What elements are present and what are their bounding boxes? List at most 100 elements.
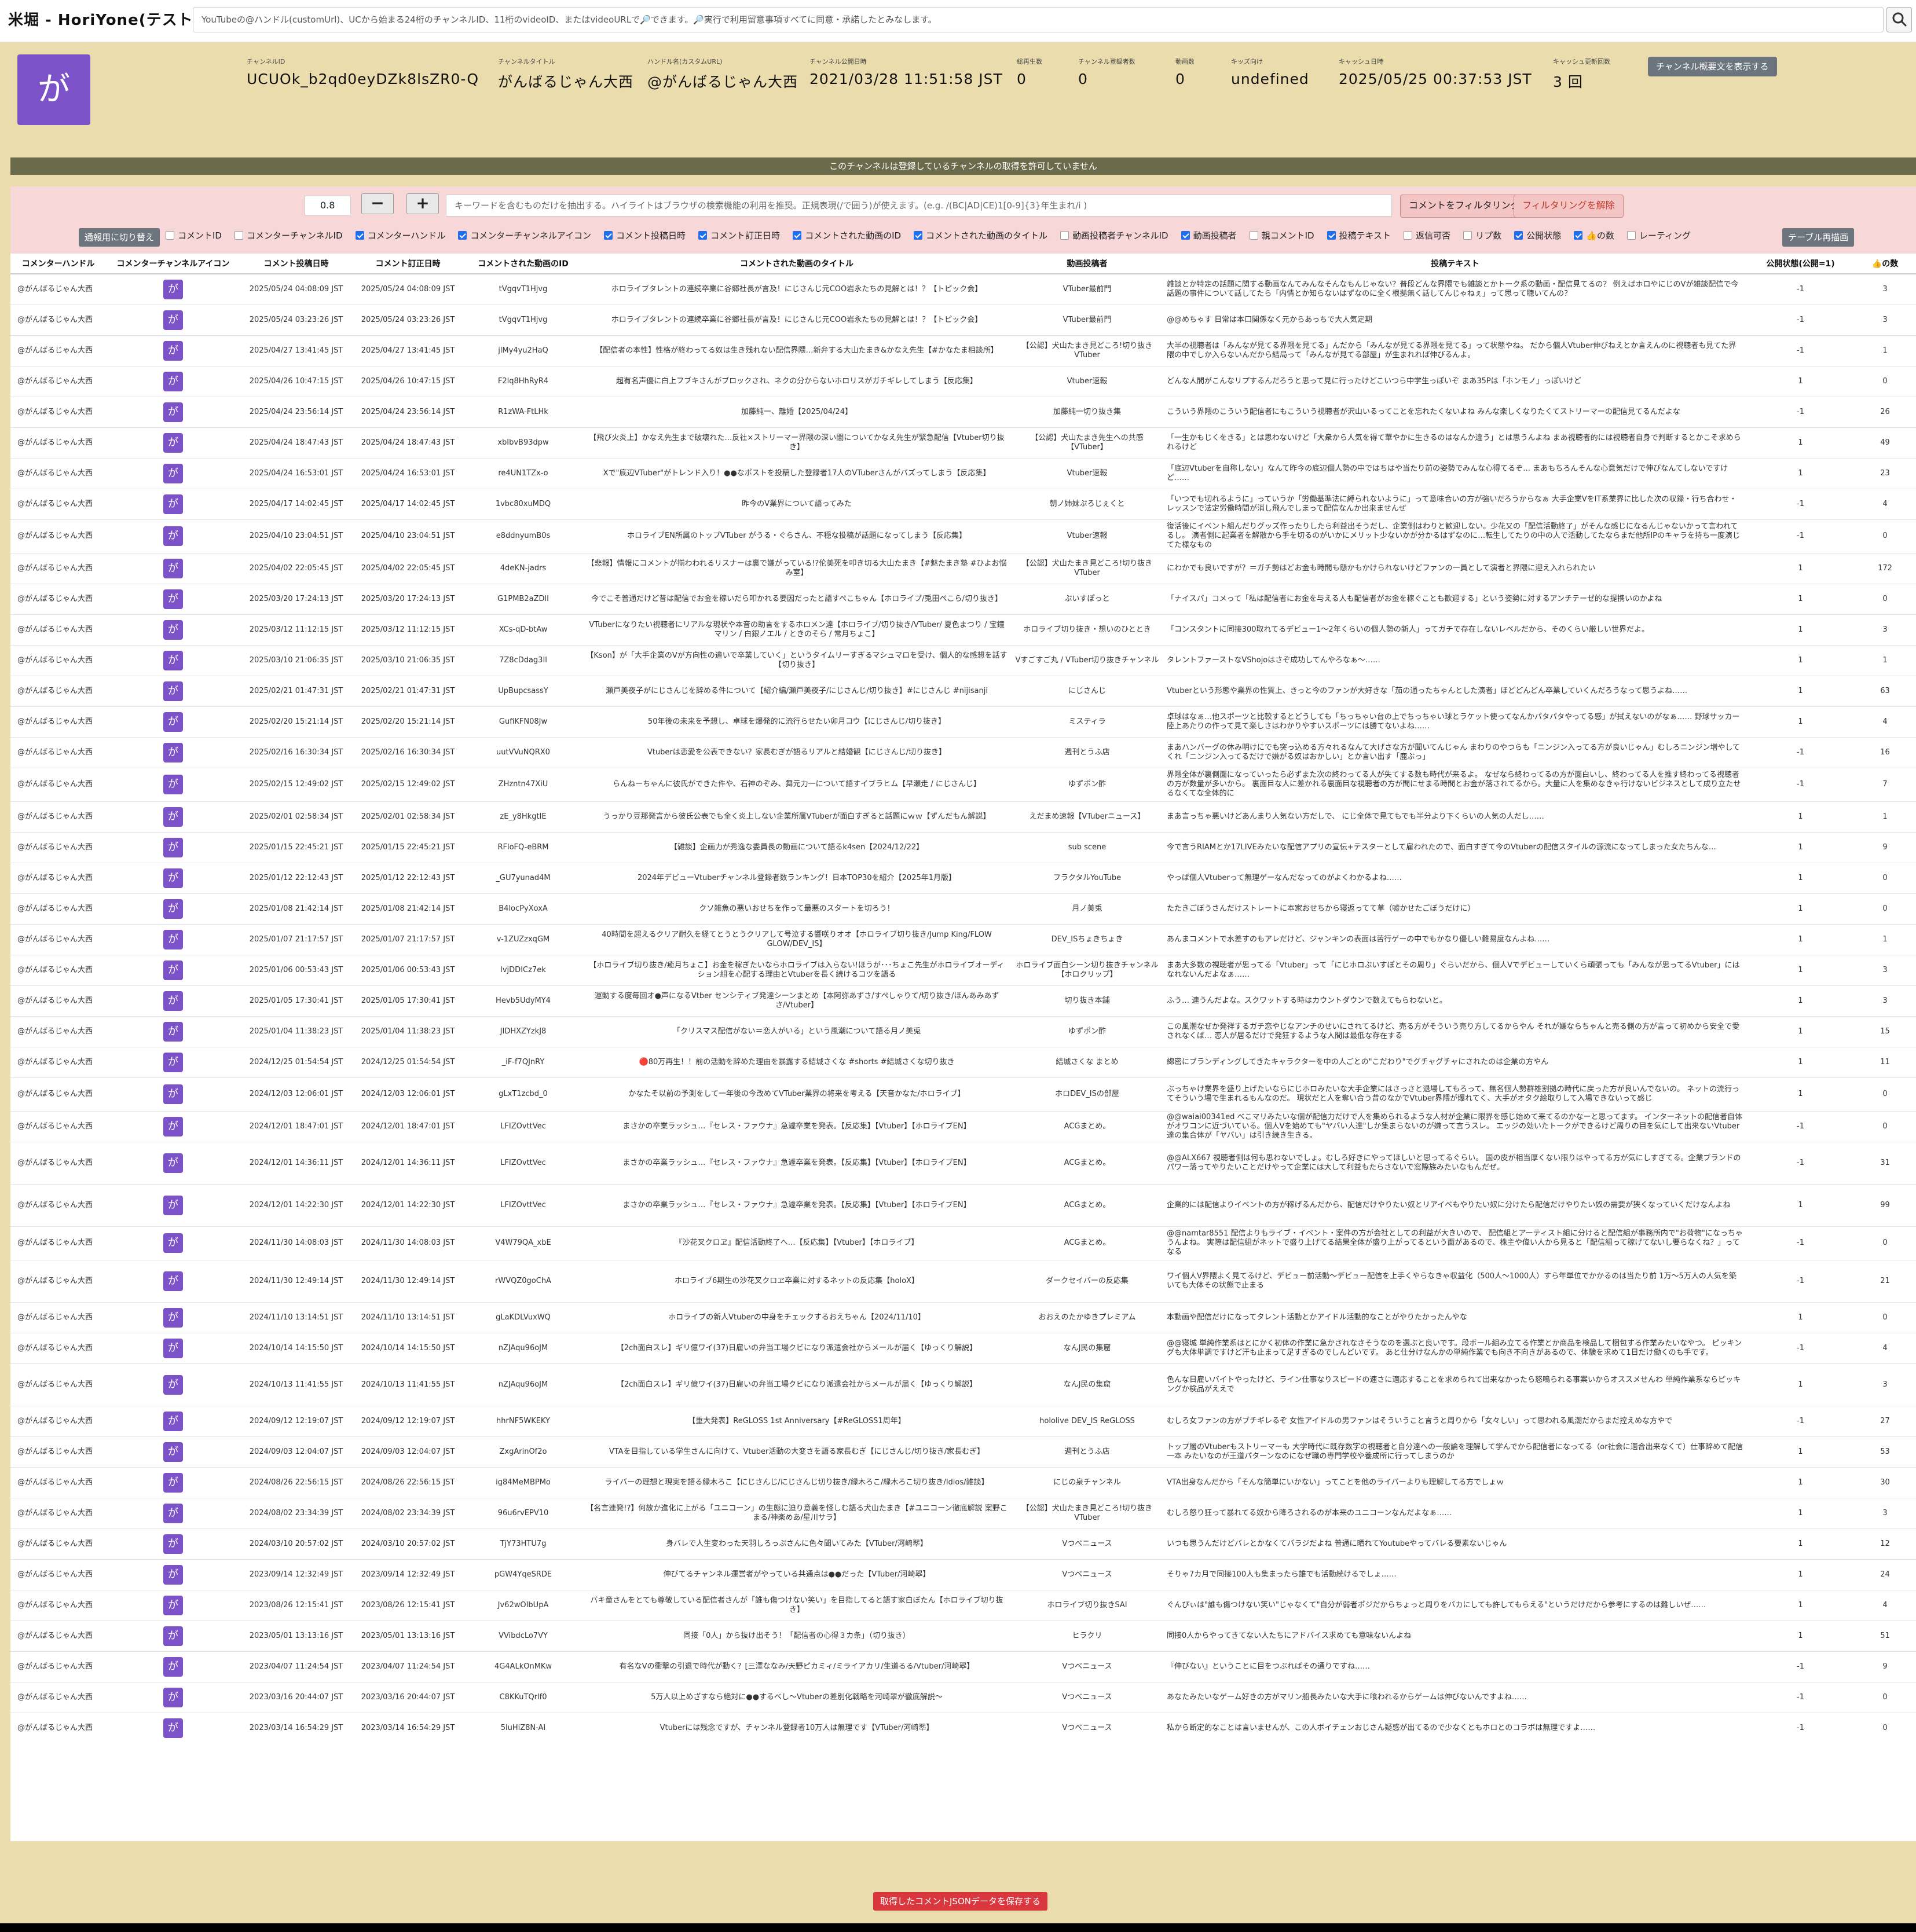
checkbox[interactable] — [793, 231, 802, 240]
video-uploader[interactable]: ヒラクリ — [1011, 1620, 1163, 1651]
redraw-table-button[interactable]: テーブル再描画 — [1782, 228, 1855, 247]
video-id[interactable]: LFIZOvttVec — [464, 1141, 583, 1184]
commenter-avatar[interactable]: が — [163, 1442, 183, 1462]
checkbox[interactable] — [1181, 231, 1190, 240]
video-id[interactable]: 1vbc80xuMDQ — [464, 488, 583, 519]
video-title[interactable]: 40時間を超えるクリア耐久を経てとうとうクリアして号泣する響咲りオオ【ホロライブ… — [583, 923, 1011, 955]
commenter-avatar[interactable]: が — [163, 681, 183, 701]
video-id[interactable]: VVibdcLo7VY — [464, 1620, 583, 1651]
video-id[interactable]: G1PMB2aZDlI — [464, 583, 583, 614]
video-uploader[interactable]: 朝ノ姉妹ぷろじぇくと — [1011, 488, 1163, 519]
video-title[interactable]: うっかり豆那発言から彼氏公表でも全く炎上しない企業所属VTuberが面白すぎると… — [583, 801, 1011, 832]
video-uploader[interactable]: sub scene — [1011, 831, 1163, 863]
video-uploader[interactable]: 週刊とうふ店 — [1011, 736, 1163, 768]
video-title[interactable]: 【飛び火炎上】かなえ先生まで破壊れた…反社×ストリーマー界隈の深い闇についてかな… — [583, 427, 1011, 458]
video-uploader[interactable]: なんJ民の集窟 — [1011, 1332, 1163, 1363]
video-title[interactable]: 50年後の未来を予想し、卓球を爆発的に流行らせたい卯月コウ【にじさんじ/切り抜き… — [583, 706, 1011, 737]
commenter-avatar[interactable]: が — [163, 1564, 183, 1585]
commenter-avatar[interactable]: が — [163, 1233, 183, 1253]
video-title[interactable]: 今でこそ普通だけど昔は配信でお金を稼いだら叩かれる要因だったと語すぺこちゃん【ホ… — [583, 583, 1011, 614]
video-uploader[interactable]: ミスティラ — [1011, 706, 1163, 737]
video-uploader[interactable]: DEV_ISちょきちょき — [1011, 923, 1163, 955]
commenter-handle[interactable]: @がんばるじゃん大西 — [10, 1712, 106, 1743]
commenter-avatar[interactable]: が — [163, 494, 183, 514]
commenter-handle[interactable]: @がんばるじゃん大西 — [10, 1046, 106, 1077]
commenter-handle[interactable]: @がんばるじゃん大西 — [10, 273, 106, 305]
video-uploader[interactable]: Vつべニュース — [1011, 1712, 1163, 1743]
commenter-avatar[interactable]: が — [163, 1338, 183, 1358]
column-toggle[interactable]: 👍の数 — [1574, 229, 1614, 241]
video-title[interactable]: 2024年デビューVtuberチャンネル登録者数ランキング！日本TOP30を紹介… — [583, 862, 1011, 893]
commenter-avatar[interactable]: が — [163, 1718, 183, 1738]
commenter-avatar[interactable]: が — [163, 1052, 183, 1072]
checkbox[interactable] — [1404, 231, 1413, 240]
commenter-handle[interactable]: @がんばるじゃん大西 — [10, 583, 106, 614]
clear-filter-button[interactable]: フィルタリングを解除 — [1514, 195, 1624, 218]
threshold-decrease-button[interactable]: − — [361, 193, 394, 214]
video-id[interactable]: RFloFQ-eBRM — [464, 831, 583, 863]
video-id[interactable]: zE_y8HkgtIE — [464, 801, 583, 832]
video-id[interactable]: LFIZOvttVec — [464, 1110, 583, 1142]
video-id[interactable]: GufiKFN08Jw — [464, 706, 583, 737]
keyword-filter-input[interactable]: キーワードを含むものだけを抽出する。ハイライトはブラウザの検索機能の利用を推奨。… — [446, 195, 1392, 217]
commenter-avatar[interactable]: が — [163, 1153, 183, 1173]
video-title[interactable]: 伸びてるチャンネル運営者がやっている共通点は●●だった【VTuber/河崎翆】 — [583, 1559, 1011, 1590]
save-json-button[interactable]: 取得したコメントJSONデータを保存する — [873, 1892, 1047, 1911]
video-id[interactable]: rWVQZ0goChA — [464, 1259, 583, 1302]
video-title[interactable]: 【Kson】が「大手企業のVが方向性の違いで卒業していく」というタイムリーすぎる… — [583, 644, 1011, 676]
commenter-handle[interactable]: @がんばるじゃん大西 — [10, 1183, 106, 1226]
video-id[interactable]: JIDHXZYzkJ8 — [464, 1016, 583, 1047]
column-toggle[interactable]: コメンターチャンネルID — [234, 229, 343, 241]
commenter-handle[interactable]: @がんばるじゃん大西 — [10, 644, 106, 676]
commenter-handle[interactable]: @がんばるじゃん大西 — [10, 954, 106, 985]
video-id[interactable]: hhrNF5WKEKY — [464, 1405, 583, 1436]
column-toggle[interactable]: 返信可否 — [1404, 229, 1450, 241]
commenter-handle[interactable]: @がんばるじゃん大西 — [10, 1110, 106, 1142]
video-uploader[interactable]: Vつべニュース — [1011, 1681, 1163, 1713]
checkbox[interactable] — [1327, 231, 1336, 240]
video-uploader[interactable]: 【公認】犬山たまき見どころ!切り抜きVTuber — [1011, 335, 1163, 366]
commenter-avatar[interactable]: が — [163, 1195, 183, 1215]
video-uploader[interactable]: Vtuber速報 — [1011, 457, 1163, 489]
video-title[interactable]: 超有名声優に白上フブキさんがブロックされ、ネクの分からないホロリスがガチギレして… — [583, 365, 1011, 397]
report-mode-button[interactable]: 通報用に切り替え — [79, 228, 160, 247]
commenter-avatar[interactable]: が — [163, 929, 183, 949]
commenter-avatar[interactable]: が — [163, 742, 183, 762]
column-toggle[interactable]: コメントされた動画のID — [793, 229, 901, 241]
video-uploader[interactable]: ホロライブ面白シーン切り抜きチャンネル【ホロクリップ】 — [1011, 954, 1163, 985]
video-uploader[interactable]: ACGまとめ。 — [1011, 1141, 1163, 1184]
video-title[interactable]: ホロライブEN所属のトップVTuber がうる・ぐらさん、不穏な投稿が話題になっ… — [583, 519, 1011, 553]
video-id[interactable]: tVgqvT1Hjvg — [464, 304, 583, 335]
video-uploader[interactable]: Vつべニュース — [1011, 1528, 1163, 1559]
video-uploader[interactable]: ホロDEV_ISの部屋 — [1011, 1077, 1163, 1111]
video-title[interactable]: ホロライブタレントの連続卒業に谷郷社長が言及！にじさんじ元COO岩永たちの見解と… — [583, 304, 1011, 335]
commenter-handle[interactable]: @がんばるじゃん大西 — [10, 1302, 106, 1333]
column-toggle[interactable]: 動画投稿者 — [1181, 229, 1237, 241]
commenter-handle[interactable]: @がんばるじゃん大西 — [10, 1259, 106, 1302]
video-uploader[interactable]: なんJ民の集窟 — [1011, 1363, 1163, 1406]
video-title[interactable]: Vtuberは恋愛を公表できない？家長むぎが語るリアルと結婚観【にじさんじ/切り… — [583, 736, 1011, 768]
video-uploader[interactable]: Vつべニュース — [1011, 1651, 1163, 1682]
video-title[interactable]: 5万人以上めざすなら絶対に●●するべし～Vtuberの差別化戦略を河崎翠が徹底解… — [583, 1681, 1011, 1713]
video-id[interactable]: LFIZOvttVec — [464, 1183, 583, 1226]
commenter-avatar[interactable]: が — [163, 371, 183, 391]
video-title[interactable]: 「クリスマス配信がない＝恋人がいる」という風潮について語る月ノ美兎 — [583, 1016, 1011, 1047]
video-id[interactable]: TjY73HTU7g — [464, 1528, 583, 1559]
threshold-input[interactable]: 0.8 — [305, 196, 351, 215]
commenter-avatar[interactable]: が — [163, 589, 183, 609]
checkbox[interactable] — [1626, 231, 1636, 240]
commenter-avatar[interactable]: が — [163, 1021, 183, 1042]
commenter-avatar[interactable]: が — [163, 619, 183, 640]
commenter-avatar[interactable]: が — [163, 558, 183, 578]
filter-comments-button[interactable]: コメントをフィルタリング — [1400, 195, 1529, 218]
video-uploader[interactable]: hololive DEV_IS ReGLOSS — [1011, 1405, 1163, 1436]
column-header[interactable]: 公開状態(公開=1) — [1747, 254, 1854, 274]
commenter-handle[interactable]: @がんばるじゃん大西 — [10, 396, 106, 427]
video-title[interactable]: 運動する度毎回オ●声になるVtber センシティブ発達シーンまとめ【本阿弥あずさ… — [583, 985, 1011, 1016]
video-title[interactable]: 【雑談】企画力が秀逸な委員長の動画について語るk4sen【2024/12/22】 — [583, 831, 1011, 863]
video-id[interactable]: jlMy4yu2HaQ — [464, 335, 583, 366]
commenter-avatar[interactable]: が — [163, 991, 183, 1011]
checkbox[interactable] — [1060, 231, 1069, 240]
column-header[interactable]: コメンターチャンネルアイコン — [106, 254, 240, 274]
video-title[interactable]: クソ雑魚の悪いおせちを作って最悪のスタートを切ろう！ — [583, 893, 1011, 924]
